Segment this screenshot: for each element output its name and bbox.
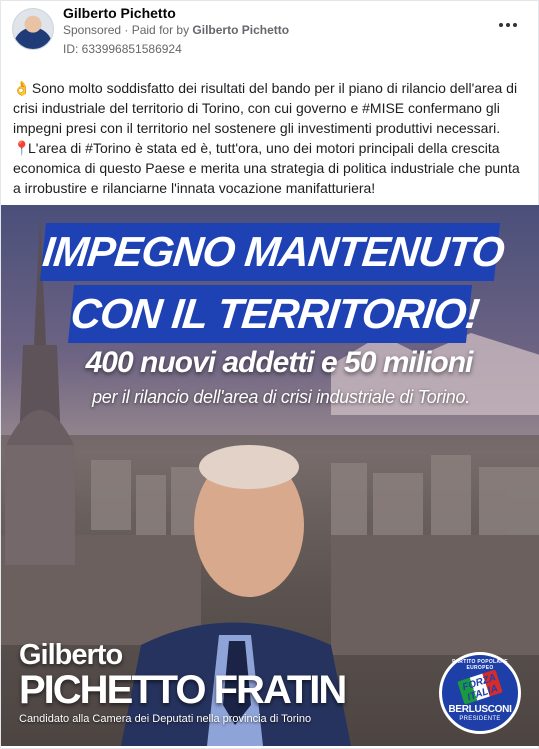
ad-card: Gilberto Pichetto Sponsored · Paid for b… — [0, 0, 539, 749]
ad-id: ID: 633996851586924 — [63, 42, 182, 56]
headline-line-1: IMPEGNO MANTENUTO — [39, 223, 506, 281]
forza-italia-logo-icon: PARTITO POPOLARE EUROPEO FORZA ITALIA BE… — [439, 652, 521, 734]
logo-berlusconi-text: BERLUSCONI — [448, 704, 512, 715]
ok-hand-emoji-icon: 👌 — [13, 80, 31, 96]
headline-line-2: CON IL TERRITORIO! — [67, 285, 481, 343]
more-options-button[interactable] — [495, 15, 521, 35]
post-paragraph-1-text: Sono molto soddisfatto dei risultati del… — [13, 80, 518, 136]
logo-presidente-text: PRESIDENTE — [459, 716, 501, 722]
logo-ring-text: PARTITO POPOLARE EUROPEO — [452, 659, 508, 671]
author-name[interactable]: Gilberto Pichetto — [63, 5, 176, 21]
ad-creative-image[interactable]: IMPEGNO MANTENUTO CON IL TERRITORIO! 400… — [1, 205, 539, 746]
more-horizontal-icon — [499, 23, 517, 27]
logo-forza-text: FORZA ITALIA — [461, 672, 500, 704]
sponsored-meta: Sponsored · Paid for by Gilberto Pichett… — [63, 23, 289, 37]
pin-emoji-icon: 📍 — [13, 140, 31, 156]
paid-for-prefix: · Paid for by — [121, 23, 193, 37]
candidate-line: Candidato alla Camera dei Deputati nella… — [19, 713, 312, 725]
subheadline: 400 nuovi addetti e 50 milioni — [85, 346, 474, 379]
paid-for-name: Gilberto Pichetto — [192, 23, 290, 37]
post-paragraph-2: 📍L'area di #Torino è stata ed è, tutt'or… — [13, 138, 531, 198]
tagline: per il rilancio dell'area di crisi indus… — [92, 387, 470, 407]
author-avatar[interactable] — [12, 8, 54, 50]
candidate-last-name: PICHETTO FRATIN — [19, 668, 347, 712]
post-body: 👌 Sono molto soddisfatto dei risultati d… — [13, 78, 531, 198]
post-paragraph-2-text: L'area di #Torino è stata ed è, tutt'ora… — [13, 140, 520, 196]
post-header: Gilberto Pichetto Sponsored · Paid for b… — [1, 1, 539, 65]
sponsored-label: Sponsored — [63, 23, 122, 37]
post-paragraph-1: 👌 Sono molto soddisfatto dei risultati d… — [13, 78, 531, 138]
